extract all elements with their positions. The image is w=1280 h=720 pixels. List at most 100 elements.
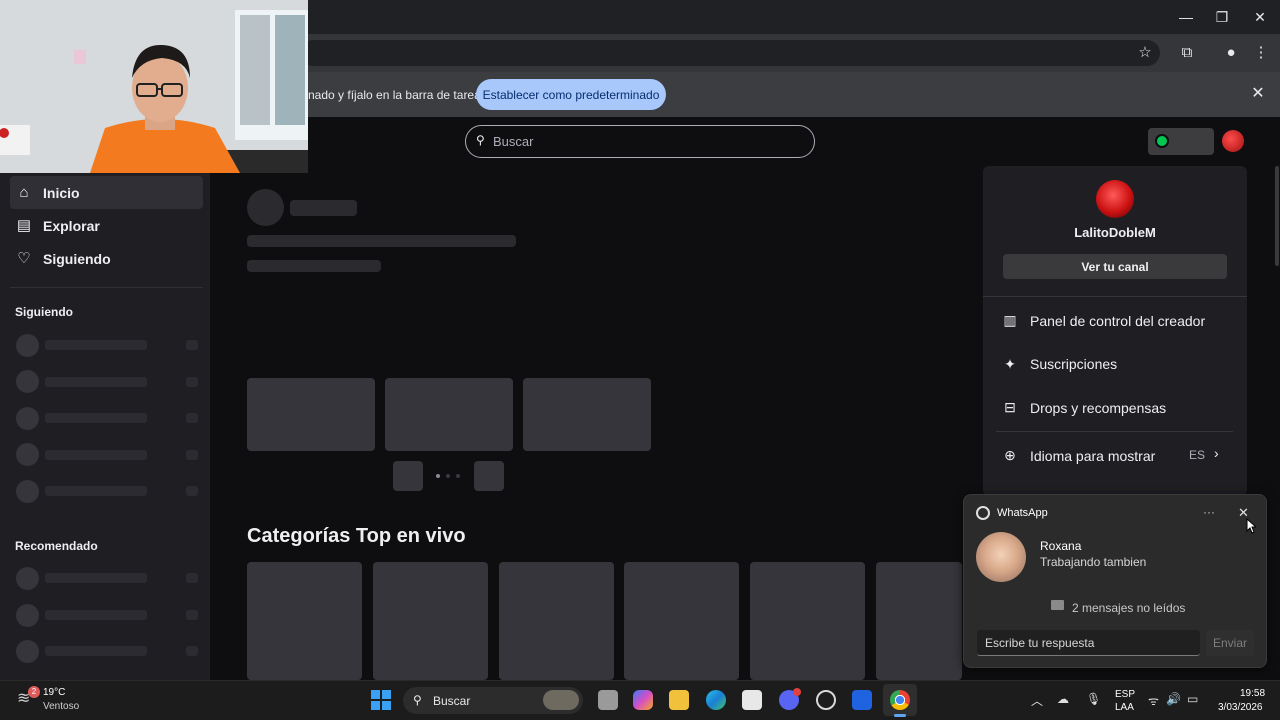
channel-skeleton-status xyxy=(186,610,198,620)
clock-time[interactable]: 19:58 xyxy=(1240,688,1265,699)
sparkle-icon: ✦ xyxy=(1004,356,1016,372)
featured-skeleton-line xyxy=(247,260,381,272)
channel-skeleton-avatar xyxy=(16,567,39,590)
task-view-icon[interactable] xyxy=(598,690,618,710)
infobar-message: nado y fíjalo en la barra de tareas xyxy=(308,88,487,102)
featured-skeleton-title xyxy=(290,200,357,216)
file-explorer-icon[interactable] xyxy=(669,690,689,710)
page-scrollbar[interactable] xyxy=(1275,166,1279,266)
channel-skeleton-status xyxy=(186,377,198,387)
nav-item-inicio[interactable] xyxy=(10,176,203,209)
nav-label-siguiendo: Siguiendo xyxy=(43,251,111,267)
language-layout[interactable]: LAA xyxy=(1115,702,1134,713)
chrome-icon[interactable] xyxy=(890,690,910,710)
carousel-dot[interactable] xyxy=(456,474,460,478)
menu-label-language: Idioma para mostrar xyxy=(1030,448,1156,464)
envelope-icon xyxy=(1051,600,1064,610)
profile-icon[interactable]: ● xyxy=(1220,42,1242,64)
notification-app-name: WhatsApp xyxy=(997,507,1048,519)
start-button[interactable] xyxy=(371,690,391,710)
carousel-prev-button[interactable] xyxy=(393,461,423,491)
sidebar-divider xyxy=(10,287,203,288)
weather-condition[interactable]: Ventoso xyxy=(43,701,79,712)
taskbar-search-label: Buscar xyxy=(433,694,471,708)
search-icon: ⚲ xyxy=(413,693,422,707)
featured-skeleton-line xyxy=(247,235,516,247)
featured-skeleton-avatar xyxy=(247,189,284,226)
channel-skeleton-avatar xyxy=(16,640,39,663)
carousel-dot[interactable] xyxy=(436,474,440,478)
webcam-overlay xyxy=(0,0,308,173)
language-code[interactable]: ESP xyxy=(1115,689,1135,700)
clock-date[interactable]: 3/03/2026 xyxy=(1218,702,1263,713)
notification-badge xyxy=(793,688,801,696)
channel-skeleton-avatar xyxy=(16,370,39,393)
menu-divider xyxy=(996,431,1233,432)
menu-label-drops: Drops y recompensas xyxy=(1030,400,1167,416)
channel-skeleton-name xyxy=(45,450,147,460)
channel-skeleton-name xyxy=(45,340,147,350)
category-skeleton-card xyxy=(373,562,488,680)
channel-skeleton-status xyxy=(186,450,198,460)
active-indicator xyxy=(894,714,906,717)
steam-icon[interactable] xyxy=(816,690,836,710)
weather-temperature[interactable]: 19°C xyxy=(43,687,65,698)
dashboard-icon: ▥ xyxy=(1003,312,1017,328)
more-options-icon[interactable]: ··· xyxy=(1203,505,1215,519)
category-skeleton-card xyxy=(750,562,865,680)
maximize-button[interactable]: ❐ xyxy=(1208,6,1236,28)
app-icon[interactable] xyxy=(852,690,872,710)
minimize-button[interactable]: — xyxy=(1172,6,1200,28)
channel-skeleton-avatar xyxy=(16,480,39,503)
star-icon[interactable]: ☆ xyxy=(1134,42,1156,64)
nav-item-explorar[interactable] xyxy=(10,209,203,242)
unread-count-text: 2 mensajes no leídos xyxy=(1072,601,1186,615)
store-icon[interactable] xyxy=(742,690,762,710)
weather-badge: 2 xyxy=(28,686,40,698)
nav-label-inicio: Inicio xyxy=(43,185,80,201)
category-skeleton-card xyxy=(624,562,739,680)
crown-icon xyxy=(1155,134,1169,148)
extensions-icon[interactable]: ⧉ xyxy=(1176,42,1198,64)
channel-skeleton-name xyxy=(45,646,147,656)
menu-icon[interactable]: ⋮ xyxy=(1250,42,1272,64)
edge-icon[interactable] xyxy=(706,690,726,710)
drops-icon: ⊟ xyxy=(1004,399,1016,415)
categories-heading: Categorías Top en vivo xyxy=(247,525,466,547)
channel-skeleton-status xyxy=(186,413,198,423)
copilot-icon[interactable] xyxy=(633,690,653,710)
whatsapp-icon xyxy=(976,506,990,520)
wifi-icon[interactable]: ᯤ xyxy=(1148,692,1159,709)
address-bar[interactable] xyxy=(300,40,1160,66)
channel-skeleton-avatar xyxy=(16,407,39,430)
carousel-next-button[interactable] xyxy=(474,461,504,491)
search-highlight-icon[interactable] xyxy=(543,690,579,710)
menu-divider xyxy=(983,296,1247,297)
close-icon[interactable]: ✕ xyxy=(1248,84,1268,104)
channel-skeleton-name xyxy=(45,610,147,620)
microphone-icon[interactable]: 🎙 xyxy=(1086,692,1101,706)
channel-skeleton-avatar xyxy=(16,443,39,466)
menu-label-creator-dashboard: Panel de control del creador xyxy=(1030,313,1206,329)
volume-icon[interactable]: 🔊 xyxy=(1166,692,1181,706)
globe-icon: ⊕ xyxy=(1004,447,1016,463)
carousel-dot[interactable] xyxy=(446,474,450,478)
user-avatar[interactable] xyxy=(1222,130,1244,152)
mouse-cursor-icon xyxy=(1246,518,1256,534)
send-button[interactable]: Enviar xyxy=(1206,630,1254,656)
close-window-button[interactable]: ✕ xyxy=(1246,6,1274,28)
battery-icon[interactable]: ▭ xyxy=(1187,692,1198,706)
onedrive-icon[interactable]: ☁ xyxy=(1057,692,1069,706)
view-channel-button[interactable]: Ver tu canal xyxy=(1003,254,1227,279)
set-default-button[interactable]: Establecer como predeterminado xyxy=(476,79,666,110)
chevron-up-icon[interactable]: ︿ xyxy=(1031,692,1043,709)
category-skeleton-card xyxy=(247,562,362,680)
carousel-skeleton-card xyxy=(385,378,513,451)
recommended-section-title: Recomendado xyxy=(15,539,98,553)
reply-input[interactable] xyxy=(977,630,1200,656)
following-section-title: Siguiendo xyxy=(15,305,73,319)
browse-icon: ▤ xyxy=(16,217,32,234)
channel-skeleton-name xyxy=(45,486,147,496)
category-skeleton-card xyxy=(499,562,614,680)
search-icon: ⚲ xyxy=(476,133,485,147)
